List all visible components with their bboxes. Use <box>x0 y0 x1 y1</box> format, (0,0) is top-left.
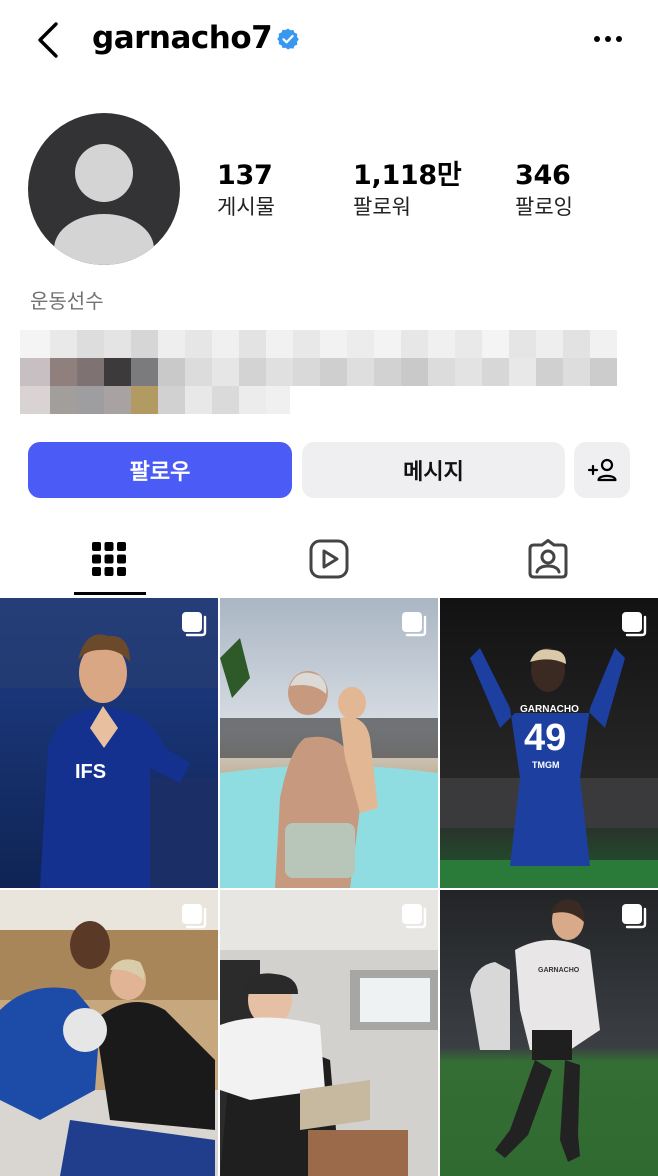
message-button[interactable]: 메시지 <box>302 442 565 498</box>
grid-post[interactable]: GARNACHO 49 TMGM <box>440 598 658 888</box>
post-photo: GARNACHO <box>440 890 658 1176</box>
jersey-number: 49 <box>524 717 566 759</box>
grid-icon <box>92 542 126 576</box>
jersey-sponsor-text: IFS <box>75 761 106 783</box>
carousel-icon <box>622 904 647 929</box>
svg-text:GARNACHO: GARNACHO <box>520 704 579 715</box>
stat-followers[interactable]: 1,118만 팔로워 <box>353 160 462 222</box>
stat-posts[interactable]: 137 게시물 <box>217 160 275 222</box>
following-label: 팔로잉 <box>515 195 573 219</box>
jersey-name: GARNACHO <box>520 704 579 715</box>
more-horizontal-icon <box>594 36 622 42</box>
carousel-icon <box>622 612 647 637</box>
svg-text:IFS: IFS <box>75 761 106 783</box>
profile-header: garnacho7 <box>0 0 658 80</box>
verified-badge-icon <box>277 28 299 50</box>
tab-tagged[interactable] <box>511 520 585 598</box>
tab-reels[interactable] <box>292 520 366 598</box>
jersey-sponsor: TMGM <box>532 760 560 770</box>
pixelated-bio <box>20 330 620 414</box>
more-options-button[interactable] <box>588 26 628 52</box>
back-button[interactable] <box>28 18 68 62</box>
post-photo <box>220 598 438 888</box>
jersey-name: GARNACHO <box>538 967 580 974</box>
svg-text:GARNACHO: GARNACHO <box>538 967 580 974</box>
post-photo <box>0 890 218 1176</box>
post-photo <box>220 890 438 1176</box>
profile-avatar[interactable] <box>28 113 180 265</box>
username: garnacho7 <box>92 20 273 56</box>
carousel-icon <box>402 612 427 637</box>
post-photo: IFS <box>0 598 218 888</box>
grid-post[interactable] <box>0 890 218 1176</box>
follow-button[interactable]: 팔로우 <box>28 442 292 498</box>
grid-post[interactable]: IFS <box>0 598 218 888</box>
posts-grid: IFS GARNACHO 49 TMGM GARNACHO <box>0 598 658 1176</box>
following-count: 346 <box>515 160 571 191</box>
post-photo: GARNACHO 49 TMGM <box>440 598 658 888</box>
posts-label: 게시물 <box>217 195 275 219</box>
carousel-icon <box>182 904 207 929</box>
default-avatar-icon <box>54 144 154 265</box>
svg-text:49: 49 <box>524 717 566 759</box>
reels-play-icon <box>309 539 349 579</box>
followers-count: 1,118만 <box>353 160 462 191</box>
grid-post[interactable] <box>220 890 438 1176</box>
profile-tabs <box>0 520 658 598</box>
grid-post[interactable]: GARNACHO <box>440 890 658 1176</box>
suggested-users-button[interactable] <box>574 442 630 498</box>
followers-label: 팔로워 <box>353 195 411 219</box>
svg-text:TMGM: TMGM <box>532 760 560 770</box>
tagged-person-icon <box>528 539 568 579</box>
stat-following[interactable]: 346 팔로잉 <box>515 160 573 222</box>
carousel-icon <box>182 612 207 637</box>
carousel-icon <box>402 904 427 929</box>
tab-posts[interactable] <box>72 520 146 598</box>
posts-count: 137 <box>217 160 273 191</box>
chevron-left-icon <box>38 22 58 58</box>
active-tab-indicator <box>74 592 146 595</box>
profile-category: 운동선수 <box>30 289 104 313</box>
grid-post[interactable] <box>220 598 438 888</box>
add-person-icon <box>587 458 617 482</box>
